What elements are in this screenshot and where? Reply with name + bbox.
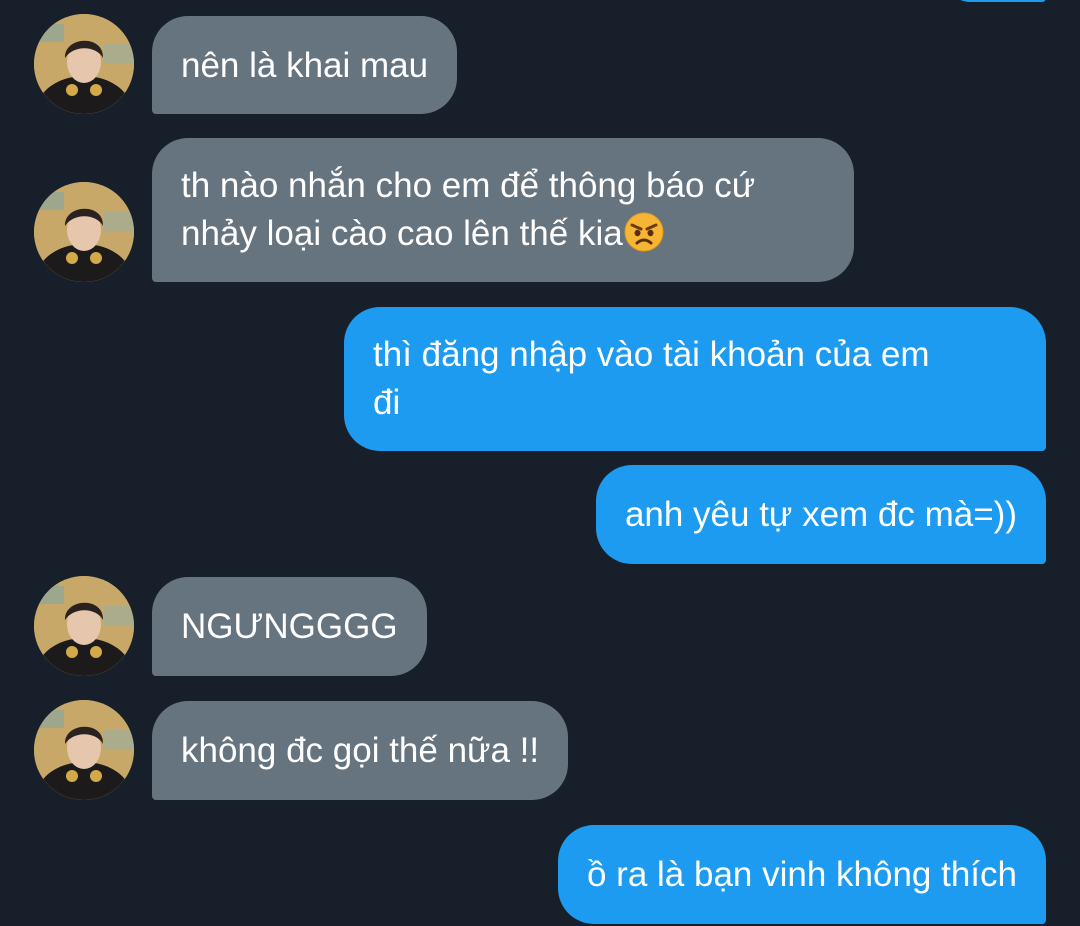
- message-text: th nào nhắn cho em để thông báo cứ: [181, 166, 756, 205]
- message-text: không đc gọi thế nữa !!: [181, 731, 540, 770]
- contact-avatar[interactable]: [34, 182, 134, 282]
- incoming-message-bubble[interactable]: th nào nhắn cho em để thông báo cứ nhảy …: [152, 138, 854, 282]
- chat-thread: nên là khai mau th nào nhắn cho em để th…: [0, 0, 1080, 926]
- contact-avatar[interactable]: [34, 700, 134, 800]
- message-text-line2: nhảy loại cào cao lên thế kia: [181, 214, 623, 253]
- message-text: NGƯNGGGG: [181, 607, 398, 646]
- message-text: thì đăng nhập vào tài khoản của em: [373, 335, 930, 374]
- avatar-photo-icon: [34, 576, 134, 676]
- outgoing-message-bubble[interactable]: ồ ra là bạn vinh không thích: [557, 825, 1046, 924]
- incoming-message-bubble[interactable]: không đc gọi thế nữa !!: [152, 701, 569, 800]
- contact-avatar[interactable]: [34, 576, 134, 676]
- angry-face-icon: [624, 212, 664, 252]
- contact-avatar[interactable]: [34, 14, 134, 114]
- outgoing-message-bubble[interactable]: thì đăng nhập vào tài khoản của em đi: [344, 307, 1046, 451]
- message-text: nên là khai mau: [181, 46, 429, 85]
- message-text: anh yêu tự xem đc mà=)): [624, 495, 1017, 534]
- message-text-line2: đi: [373, 383, 401, 422]
- incoming-message-bubble[interactable]: NGƯNGGGG: [152, 577, 427, 676]
- outgoing-message-bubble[interactable]: anh yêu tự xem đc mà=)): [595, 465, 1046, 564]
- incoming-message-bubble[interactable]: nên là khai mau: [152, 16, 458, 114]
- previous-outgoing-bubble-edge: [946, 0, 1046, 2]
- message-text: ồ ra là bạn vinh không thích: [586, 855, 1017, 894]
- avatar-photo-icon: [34, 14, 134, 114]
- avatar-photo-icon: [34, 700, 134, 800]
- avatar-photo-icon: [34, 182, 134, 282]
